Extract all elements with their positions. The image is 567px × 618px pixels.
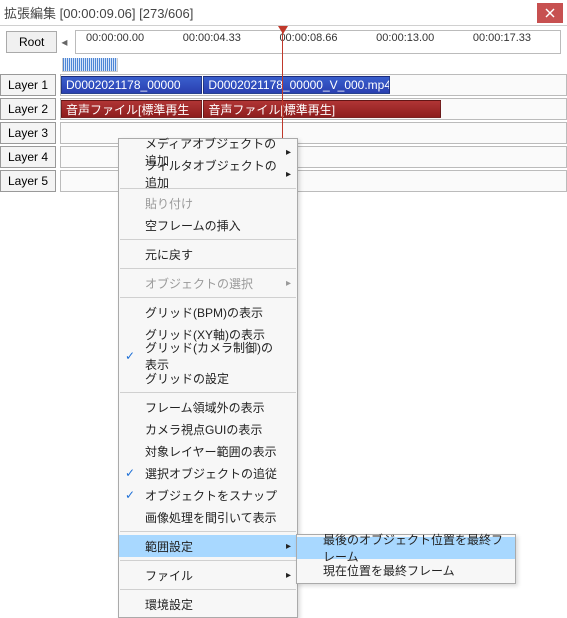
menu-frame-outside[interactable]: フレーム領域外の表示 [119, 396, 297, 418]
track-row: Layer 1 D0002021178_00000 D0002021178_00… [0, 74, 567, 96]
tick-label: 00:00:13.00 [376, 32, 434, 44]
layer-label[interactable]: Layer 5 [0, 170, 56, 192]
track-row: Layer 2 音声ファイル[標準再生 音声ファイル[標準再生] [0, 98, 567, 120]
context-menu: メディアオブジェクトの追加 フィルタオブジェクトの追加 貼り付け 空フレームの挿… [118, 138, 298, 618]
titlebar: 拡張編集 [00:00:09.06] [273/606] [0, 0, 567, 26]
close-icon [545, 8, 555, 18]
track-body[interactable]: 音声ファイル[標準再生 音声ファイル[標準再生] [60, 98, 567, 120]
submenu-range: 最後のオブジェクト位置を最終フレーム 現在位置を最終フレーム [296, 534, 516, 584]
menu-environment[interactable]: 環境設定 [119, 593, 297, 615]
layer-label[interactable]: Layer 3 [0, 122, 56, 144]
menu-insert-empty[interactable]: 空フレームの挿入 [119, 214, 297, 236]
tick-label: 00:00:00.00 [86, 32, 144, 44]
menu-camera-gui[interactable]: カメラ視点GUIの表示 [119, 418, 297, 440]
menu-grid-camera[interactable]: ✓グリッド(カメラ制御)の表示 [119, 345, 297, 367]
menu-snap-object[interactable]: ✓オブジェクトをスナップ [119, 484, 297, 506]
toolbar: Root ◂ 00:00:00.00 00:00:04.33 00:00:08.… [0, 26, 567, 58]
menu-follow-selection[interactable]: ✓選択オブジェクトの追従 [119, 462, 297, 484]
menu-separator [120, 392, 296, 393]
tick-label: 00:00:17.33 [473, 32, 531, 44]
menu-separator [120, 268, 296, 269]
timeline-ruler[interactable]: 00:00:00.00 00:00:04.33 00:00:08.66 00:0… [75, 30, 561, 54]
menu-grid-bpm[interactable]: グリッド(BPM)の表示 [119, 301, 297, 323]
scroll-left-icon[interactable]: ◂ [57, 35, 71, 49]
menu-undo[interactable]: 元に戻す [119, 243, 297, 265]
check-icon: ✓ [125, 349, 135, 363]
menu-layer-range[interactable]: 対象レイヤー範囲の表示 [119, 440, 297, 462]
layer-label[interactable]: Layer 4 [0, 146, 56, 168]
track-body[interactable]: D0002021178_00000 D0002021178_00000_V_00… [60, 74, 567, 96]
menu-separator [120, 239, 296, 240]
tick-label: 00:00:04.33 [183, 32, 241, 44]
menu-paste[interactable]: 貼り付け [119, 192, 297, 214]
tick-label: 00:00:08.66 [279, 32, 337, 44]
root-button[interactable]: Root [6, 31, 57, 53]
menu-separator [120, 589, 296, 590]
menu-range-settings[interactable]: 範囲設定 [119, 535, 297, 557]
layer-label[interactable]: Layer 2 [0, 98, 56, 120]
close-button[interactable] [537, 3, 563, 23]
menu-separator [120, 531, 296, 532]
layer-label[interactable]: Layer 1 [0, 74, 56, 96]
menu-add-filter[interactable]: フィルタオブジェクトの追加 [119, 163, 297, 185]
check-icon: ✓ [125, 466, 135, 480]
waveform-overview[interactable] [62, 58, 118, 72]
menu-grid-settings[interactable]: グリッドの設定 [119, 367, 297, 389]
menu-select-object[interactable]: オブジェクトの選択 [119, 272, 297, 294]
check-icon: ✓ [125, 488, 135, 502]
menu-separator [120, 560, 296, 561]
menu-file[interactable]: ファイル [119, 564, 297, 586]
submenu-last-object-frame[interactable]: 最後のオブジェクト位置を最終フレーム [297, 537, 515, 559]
window-title: 拡張編集 [00:00:09.06] [273/606] [4, 3, 193, 22]
menu-thin-image[interactable]: 画像処理を間引いて表示 [119, 506, 297, 528]
menu-separator [120, 297, 296, 298]
video-clip[interactable]: D0002021178_00000 [61, 76, 202, 94]
audio-clip[interactable]: 音声ファイル[標準再生 [61, 100, 202, 118]
video-clip[interactable]: D0002021178_00000_V_000.mp4 [203, 76, 390, 94]
audio-clip[interactable]: 音声ファイル[標準再生] [203, 100, 440, 118]
